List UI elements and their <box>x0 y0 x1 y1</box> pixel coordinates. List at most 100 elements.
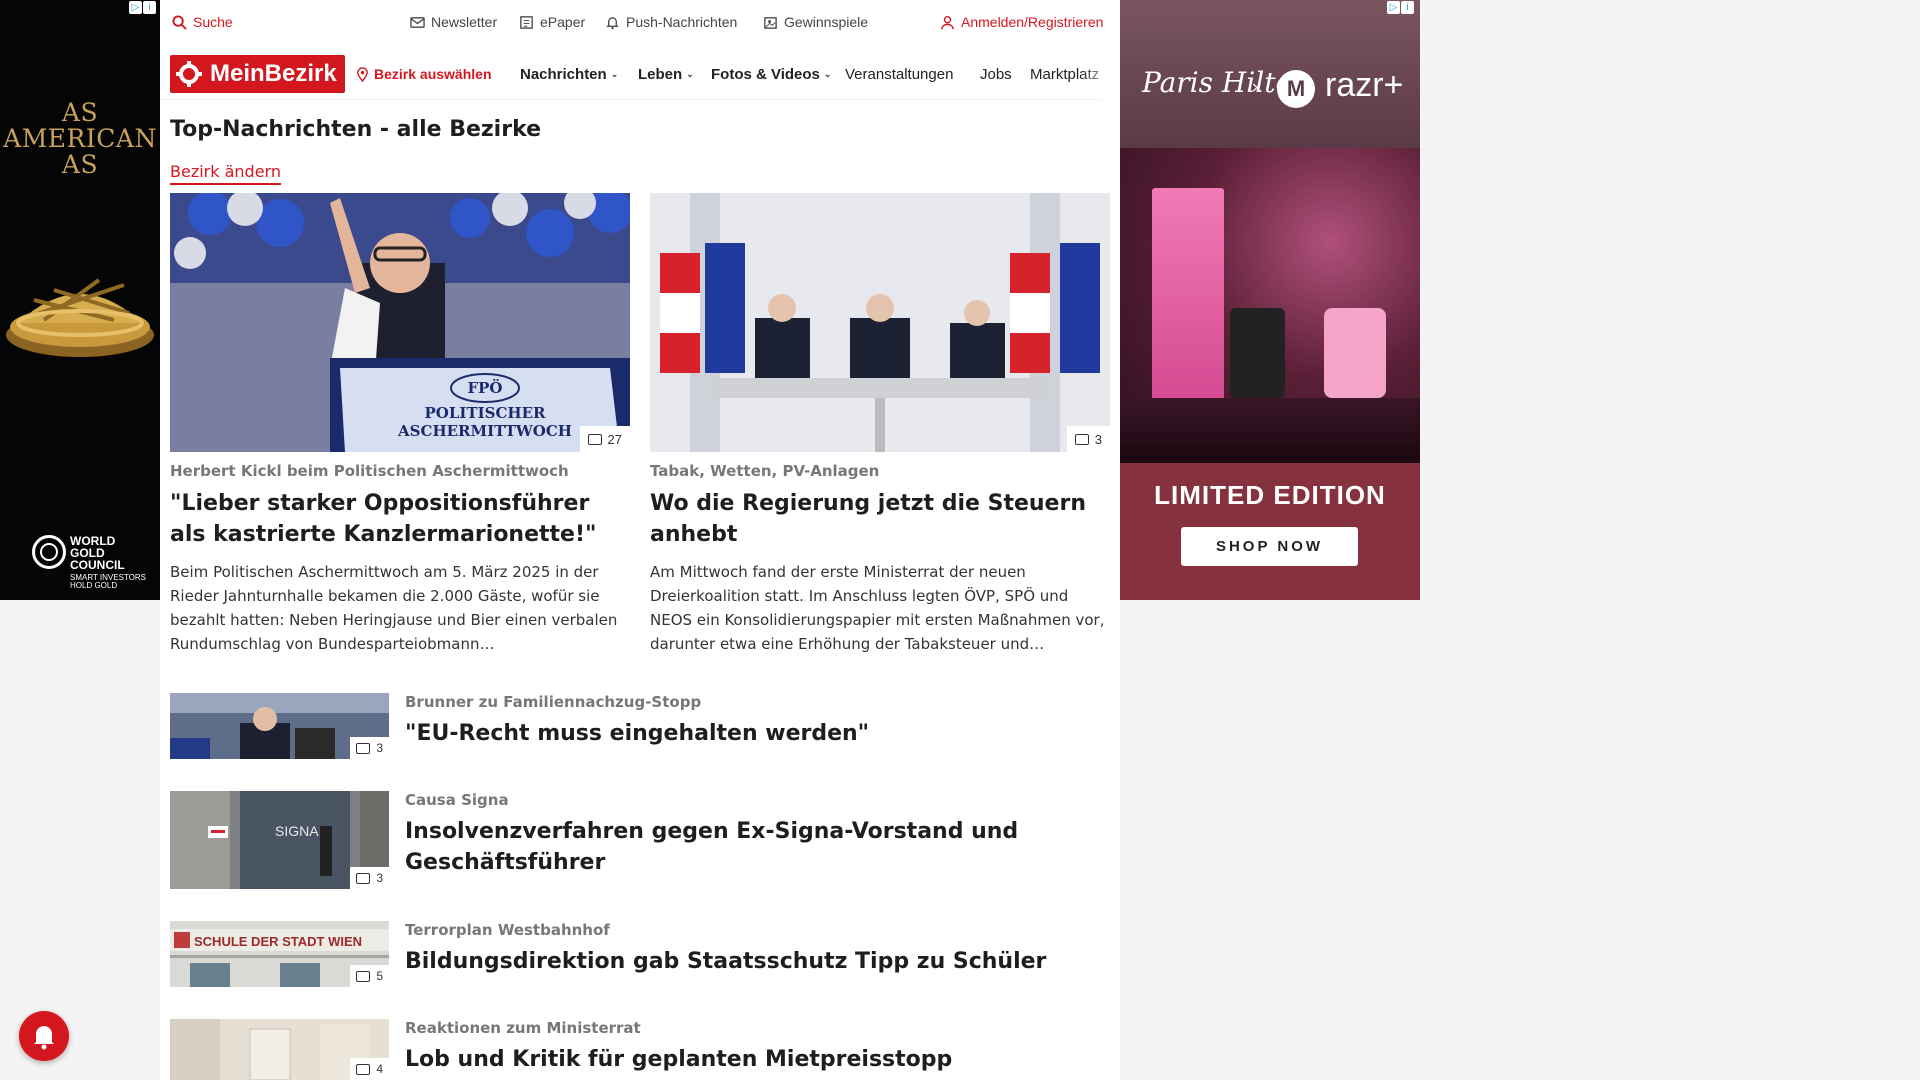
mail-icon <box>410 16 425 28</box>
featured-article[interactable]: 3 Tabak, Wetten, PV-Anlagen Wo die Regie… <box>650 193 1110 656</box>
nav-label: Jobs <box>980 66 1012 83</box>
epaper-link[interactable]: ePaper <box>519 14 585 30</box>
nav-item-fotos-videos[interactable]: Fotos & Videos ⌄ <box>711 66 831 83</box>
gallery-icon <box>1074 433 1089 445</box>
chevron-down-icon: ⌄ <box>610 69 619 79</box>
photo-count: 4 <box>376 1062 383 1076</box>
article-thumbnail[interactable]: 4 <box>170 1019 389 1080</box>
nav-item-jobs[interactable]: Jobs <box>980 66 1012 83</box>
photo-count: 27 <box>607 431 622 447</box>
page-title: Top-Nachrichten - alle Bezirke <box>170 117 542 142</box>
adchoices-icon[interactable]: ▷ i <box>1387 1 1415 15</box>
razr-brand: razr+ <box>1325 66 1404 104</box>
gallery-icon <box>356 1063 371 1075</box>
article-headline[interactable]: Lob und Kritik für geplanten Mietpreisst… <box>405 1044 1105 1075</box>
meinbezirk-logo[interactable]: MeinBezirk <box>170 55 345 93</box>
signa-sign-text: SIGNA <box>275 823 319 839</box>
nav-item-nachrichten[interactable]: Nachrichten ⌄ <box>520 66 618 83</box>
article-kicker: Tabak, Wetten, PV-Anlagen <box>650 462 880 480</box>
search-link[interactable]: Suche <box>172 14 233 30</box>
ad-left-banner[interactable]: ▷ i AS AMERICAN AS WORLD GOLD COUNCIL SMA… <box>0 0 160 600</box>
product-photo <box>1120 148 1420 463</box>
article-kicker: Terrorplan Westbahnhof <box>405 921 610 939</box>
article-headline[interactable]: "Lieber starker Oppositionsführer als ka… <box>170 488 630 550</box>
notification-bell-button[interactable] <box>19 1011 69 1061</box>
svg-text:ASCHERMITTWOCH: ASCHERMITTWOCH <box>397 422 572 440</box>
photo-count: 3 <box>1094 431 1102 447</box>
change-district-link[interactable]: Bezirk ändern <box>170 162 281 185</box>
main-column: Suche Newsletter ePaper Push-Nachrichten… <box>160 0 1120 1080</box>
bell-icon <box>606 16 619 29</box>
list-item[interactable]: SCHULE DER STADT WIEN 5 Terrorplan Westb… <box>170 921 1110 987</box>
newsletter-label: Newsletter <box>431 14 498 30</box>
select-district-label: Bezirk auswählen <box>374 66 492 82</box>
article-image[interactable]: 3 <box>650 193 1110 452</box>
list-item[interactable]: 3 Brunner zu Familiennachzug-Stopp "EU-R… <box>170 693 1110 759</box>
motorola-logo-icon: M <box>1277 70 1315 108</box>
contests-label: Gewinnspiele <box>784 14 869 30</box>
photo-count-badge: 3 <box>350 867 389 889</box>
location-pin-icon <box>357 66 368 82</box>
nav-label: Fotos & Videos <box>711 66 820 83</box>
article-kicker: Herbert Kickl beim Politischen Aschermit… <box>170 462 569 480</box>
push-link[interactable]: Push-Nachrichten <box>605 14 737 30</box>
gallery-icon <box>356 970 371 982</box>
ad-right-banner[interactable]: ▷ i Paris Hilton × M razr+ LIMITED EDITIO… <box>1120 0 1420 600</box>
search-icon <box>172 14 187 30</box>
featured-article[interactable]: FPÖ POLITISCHER ASCHERMITTWOCH 27 Herber… <box>170 193 630 656</box>
search-label: Suche <box>193 14 233 30</box>
chevron-down-icon: ⌄ <box>823 69 832 79</box>
nav-fade <box>1080 46 1120 100</box>
newsletter-link[interactable]: Newsletter <box>410 14 497 30</box>
epaper-label: ePaper <box>540 14 586 30</box>
article-thumbnail[interactable]: 3 <box>170 693 389 759</box>
newspaper-icon <box>520 15 533 29</box>
nav-item-veranstaltungen[interactable]: Veranstaltungen <box>845 66 953 83</box>
login-link[interactable]: Anmelden/Registrieren <box>940 14 1103 30</box>
article-headline[interactable]: Insolvenzverfahren gegen Ex-Signa-Vorsta… <box>405 816 1105 878</box>
article-kicker: Reaktionen zum Ministerrat <box>405 1019 641 1037</box>
gold-pie-image <box>6 278 154 357</box>
article-kicker: Brunner zu Familiennachzug-Stopp <box>405 693 702 711</box>
list-item[interactable]: SIGNA 3 Causa Signa Insolvenzverfahren g… <box>170 791 1110 889</box>
chevron-down-icon: ⌄ <box>686 69 694 79</box>
list-item[interactable]: 4 Reaktionen zum Ministerrat Lob und Kri… <box>170 1019 1110 1080</box>
shop-now-button[interactable]: SHOP NOW <box>1181 527 1358 566</box>
photo-count-badge: 3 <box>1066 426 1110 452</box>
article-headline[interactable]: Wo die Regierung jetzt die Steuern anheb… <box>650 488 1110 550</box>
svg-text:POLITISCHER: POLITISCHER <box>425 404 546 422</box>
article-headline[interactable]: Bildungsdirektion gab Staatsschutz Tipp … <box>405 946 1105 977</box>
photo-count: 3 <box>376 741 383 755</box>
login-label: Anmelden/Registrieren <box>961 14 1104 30</box>
bell-icon <box>34 1026 54 1050</box>
top-utility-bar: Suche Newsletter ePaper Push-Nachrichten… <box>160 0 1120 46</box>
svg-text:FPÖ: FPÖ <box>468 378 503 397</box>
nav-item-leben[interactable]: Leben ⌄ <box>638 66 694 83</box>
collab-separator: × <box>1251 80 1263 96</box>
contests-link[interactable]: Gewinnspiele <box>763 14 868 30</box>
photo-count-badge: 4 <box>350 1058 389 1080</box>
article-kicker: Causa Signa <box>405 791 509 809</box>
push-label: Push-Nachrichten <box>626 14 738 30</box>
kickl-speech-photo: FPÖ POLITISCHER ASCHERMITTWOCH <box>170 193 630 452</box>
photo-count-badge: 3 <box>350 737 389 759</box>
page: ▷ i AS AMERICAN AS WORLD GOLD COUNCIL SMA… <box>0 0 1920 1080</box>
gallery-icon <box>356 742 371 754</box>
photo-count-badge: 5 <box>350 965 389 987</box>
logo-text: MeinBezirk <box>210 60 337 87</box>
government-press-conference-photo <box>650 193 1110 452</box>
adchoices-icon[interactable]: ▷ i <box>129 1 157 15</box>
article-teaser: Am Mittwoch fand der erste Ministerrat d… <box>650 563 1105 653</box>
article-thumbnail[interactable]: SIGNA 3 <box>170 791 389 889</box>
article-headline[interactable]: "EU-Recht muss eingehalten werden" <box>405 718 1105 749</box>
world-gold-council-logo: WORLD GOLD COUNCIL SMART INVESTORS HOLD … <box>30 535 155 590</box>
gift-icon <box>764 16 777 29</box>
article-image[interactable]: FPÖ POLITISCHER ASCHERMITTWOCH 27 <box>170 193 630 452</box>
nav-label: Leben <box>638 66 683 83</box>
gallery-icon <box>587 433 602 445</box>
nav-label: Nachrichten <box>520 66 607 83</box>
select-district-button[interactable]: Bezirk auswählen <box>355 66 492 82</box>
logo-gear-icon <box>176 61 202 87</box>
limited-edition-text: LIMITED EDITION <box>1154 480 1386 510</box>
article-thumbnail[interactable]: SCHULE DER STADT WIEN 5 <box>170 921 389 987</box>
